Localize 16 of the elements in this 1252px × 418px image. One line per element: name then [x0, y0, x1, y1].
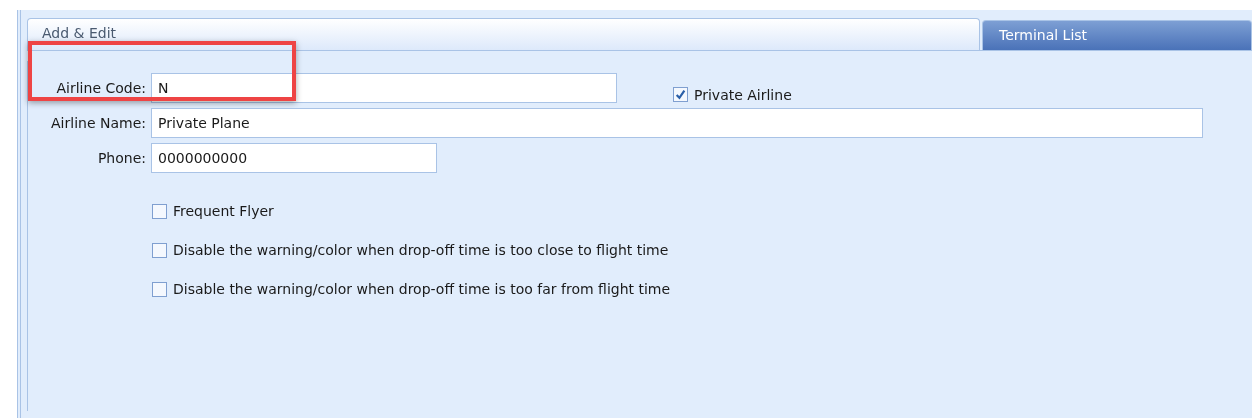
checkbox[interactable] — [152, 242, 167, 258]
checkbox-label: Private Airline — [694, 86, 792, 103]
input-field[interactable]: N — [151, 72, 617, 103]
tab[interactable]: Terminal List — [982, 20, 1252, 50]
checkbox[interactable] — [673, 87, 688, 102]
checkbox[interactable] — [152, 203, 167, 219]
field-label: Airline Code: — [55, 79, 147, 96]
field-label: Airline Name: — [50, 114, 147, 131]
checkbox-label: Disable the warning/color when drop-off time is too close to flight time — [173, 242, 669, 258]
input-field[interactable]: 0000000000 — [151, 142, 437, 173]
field-label: Phone: — [96, 149, 147, 166]
checkbox-label: Frequent Flyer — [173, 203, 274, 219]
tab[interactable]: Add & Edit — [27, 18, 980, 50]
checkbox[interactable] — [152, 281, 167, 297]
input-field[interactable]: Private Plane — [151, 107, 1203, 138]
checkbox-label: Disable the warning/color when drop-off time is too far from flight time — [173, 281, 671, 297]
